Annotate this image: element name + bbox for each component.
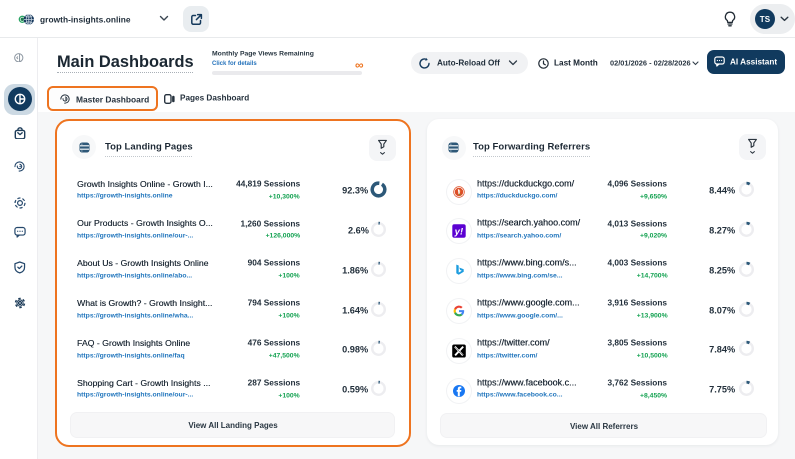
svg-text:y!: y! [454,227,463,238]
